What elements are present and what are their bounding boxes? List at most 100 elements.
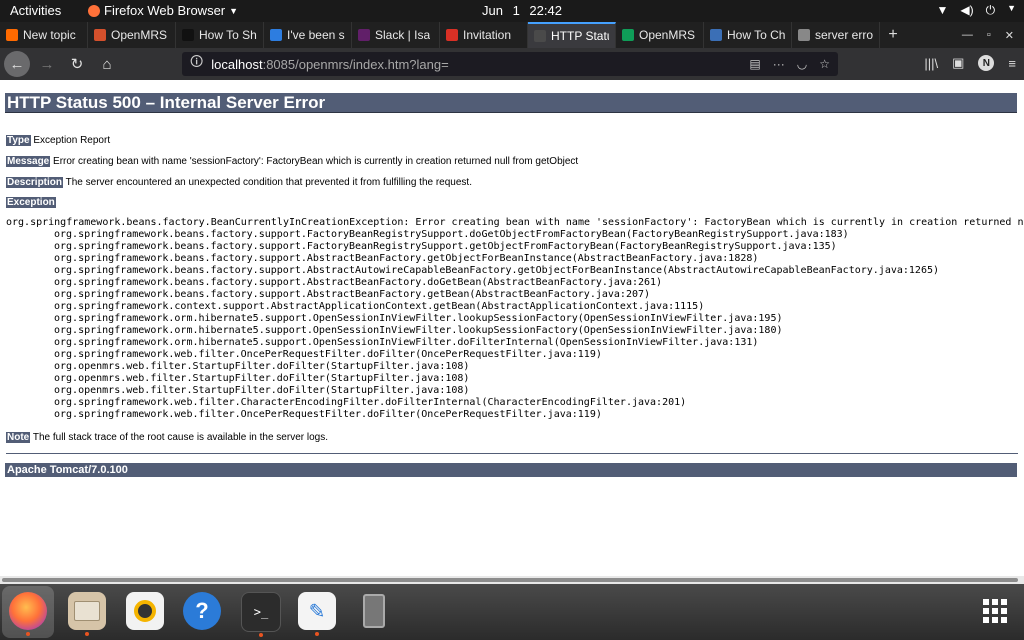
tab-label: I've been s [287,28,345,42]
sheets-icon [622,29,634,41]
exception-first-line: org.springframework.beans.factory.BeanCu… [6,217,1024,228]
pocket-icon[interactable]: ◡ [797,57,807,71]
forward-button[interactable]: → [34,51,60,77]
bookmark-star-icon[interactable]: ☆ [819,57,830,71]
tab-label: New topic [23,28,76,42]
terminal-icon[interactable]: >_ [241,592,281,637]
files-icon[interactable] [68,592,106,636]
tab-8[interactable]: OpenMRS [616,22,704,48]
tab-6[interactable]: Invitation [440,22,528,48]
tab-9[interactable]: How To Ch [704,22,792,48]
url-bar[interactable]: 🛈 localhost:8085/openmrs/index.htm?lang=… [182,52,838,76]
stack-frame: org.springframework.beans.factory.suppor… [54,253,759,264]
url-path: :8085/openmrs/index.htm?lang= [262,56,449,72]
rhythmbox-icon[interactable] [126,592,164,630]
gmail-icon [446,29,458,41]
tab-label: OpenMRS [111,28,168,42]
reload-button[interactable]: ↻ [64,51,90,77]
stack-frame: org.springframework.web.filter.OncePerRe… [54,349,602,360]
message-label: Message [6,156,51,167]
tab-strip: New topic OpenMRS How To Sh I've been s Slac… [0,22,1024,48]
drive-shape [363,594,385,628]
clock[interactable]: Jun 1 22:42 [482,3,562,18]
running-indicator [26,632,30,636]
menu-icon[interactable]: ≡ [1008,56,1016,71]
stack-frame: org.springframework.web.filter.OncePerRe… [54,409,602,420]
stack-frame: org.springframework.beans.factory.suppor… [54,229,849,240]
power-icon: ⏻ [985,3,996,17]
maximize-icon[interactable]: ▫ [987,29,991,41]
server-footer: Apache Tomcat/7.0.100 [5,463,1017,477]
page-title: HTTP Status 500 – Internal Server Error [5,93,1017,113]
stack-frame: org.springframework.orm.hibernate5.suppo… [54,337,759,348]
tab-label: Invitation [463,28,512,42]
page-icon [534,30,546,42]
navigation-toolbar: ← → ↻ ⌂ 🛈 localhost:8085/openmrs/index.h… [0,48,1024,80]
openmrs-icon [94,29,106,41]
scrollbar-thumb[interactable] [2,578,1018,582]
running-indicator [259,633,263,637]
library-icon[interactable]: |||\ [924,56,938,71]
stack-frame: org.springframework.orm.hibernate5.suppo… [54,313,783,324]
slack-icon [358,29,370,41]
folder-shape [74,601,100,621]
note-row: Note The full stack trace of the root ca… [6,432,328,443]
activities-button[interactable]: Activities [10,3,61,18]
show-apps-icon[interactable] [976,592,1014,630]
stack-frame: org.springframework.beans.factory.suppor… [54,241,837,252]
firefox-icon[interactable] [9,592,47,636]
stack-trace: org.springframework.beans.factory.BeanCu… [6,217,1024,421]
page-actions-icon[interactable]: ··· [773,57,785,71]
stack-frame: org.openmrs.web.filter.StartupFilter.doF… [54,361,470,372]
type-row: Type Exception Report [6,135,110,146]
tab-3[interactable]: How To Sh [176,22,264,48]
stack-frame: org.springframework.beans.factory.suppor… [54,265,940,276]
help-icon[interactable]: ? [183,592,221,630]
vscode-icon [270,29,282,41]
stack-frame: org.springframework.beans.factory.suppor… [54,277,663,288]
new-tab-button[interactable]: + [880,22,906,48]
type-value: Exception Report [33,135,111,146]
url-host: localhost [211,56,263,72]
tab-7[interactable]: HTTP Statu [528,22,616,48]
account-avatar[interactable]: N [978,55,995,71]
app-grid-glyph [983,599,1007,623]
volume-icon: ◀) [960,3,974,17]
speaker-shape [134,600,156,622]
back-button[interactable]: ← [4,51,30,77]
usb-drive-icon[interactable] [355,592,393,630]
tab-1[interactable]: New topic [0,22,88,48]
caret-down-icon: ▼ [229,5,239,16]
close-icon[interactable]: ✕ [1005,29,1014,42]
note-label: Note [6,432,31,443]
page-info-icon[interactable]: 🛈 [190,53,203,75]
tab-4[interactable]: I've been s [264,22,352,48]
app-menu[interactable]: Firefox Web Browser ▼ [88,3,238,18]
stack-frame: org.springframework.beans.factory.suppor… [54,289,651,300]
running-indicator [85,632,89,636]
firefox-small-icon [88,4,100,17]
tab-10[interactable]: server erro [792,22,880,48]
stack-frames: org.springframework.beans.factory.suppor… [6,229,1024,421]
tab-label: OpenMRS [639,28,696,42]
stack-frame: org.openmrs.web.filter.StartupFilter.doF… [54,373,470,384]
tab-label: HTTP Statu [551,29,609,43]
text-editor-icon[interactable]: ✎ [298,592,336,636]
home-button[interactable]: ⌂ [94,51,120,77]
tab-5[interactable]: Slack | Isa [352,22,440,48]
doc-icon [798,29,810,41]
sidebar-icon[interactable]: ▣ [952,55,964,71]
reader-view-icon[interactable]: ▤ [749,57,760,71]
description-label: Description [6,177,64,188]
horizontal-scrollbar[interactable] [0,576,1024,584]
gnome-top-bar: Activities Firefox Web Browser ▼ Jun 1 2… [0,0,1024,22]
tab-2[interactable]: OpenMRS [88,22,176,48]
window-controls: — ▫ ✕ [962,22,1024,48]
app-menu-label: Firefox Web Browser [104,3,226,18]
tab-label: How To Sh [199,28,257,42]
wifi-icon: ▼ [936,3,949,17]
message-value: Error creating bean with name 'sessionFa… [53,156,579,167]
minimize-icon[interactable]: — [962,29,973,41]
system-menu[interactable]: ▼ ◀) ⏻ ▼ [936,3,1016,18]
caret-down-icon: ▼ [1007,3,1016,13]
